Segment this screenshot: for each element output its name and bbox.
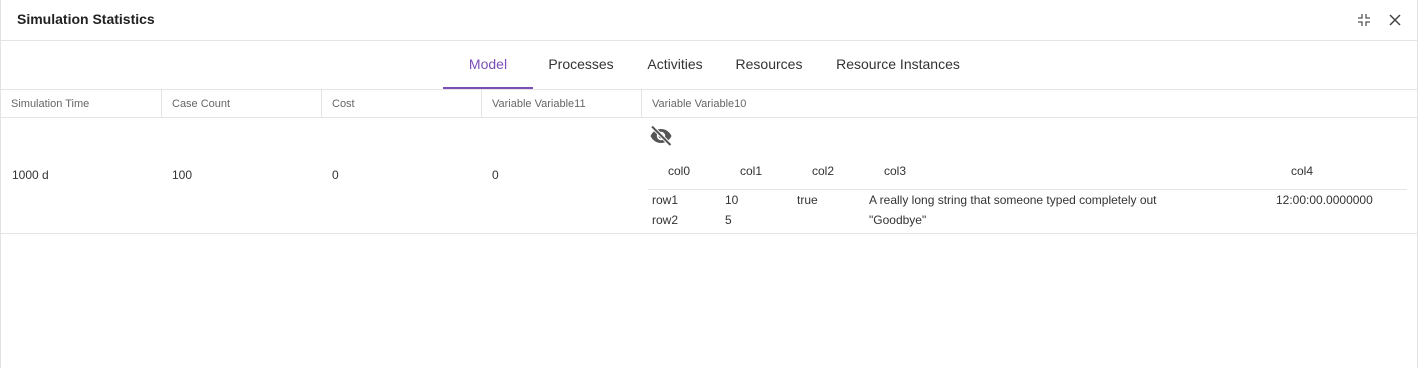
collapse-icon [1358,14,1370,26]
nested-header-col0: col0 [668,164,691,178]
cell-variable11: 0 [492,168,499,182]
nested-cell: true [797,193,818,207]
nested-cell: 10 [725,193,739,207]
nested-header-col4: col4 [1291,164,1314,178]
close-icon [1389,14,1401,26]
nested-cell: row1 [652,193,679,207]
title-bar: Simulation Statistics [1,0,1417,41]
collapse-button[interactable] [1354,10,1374,30]
simulation-statistics-dialog: Simulation Statistics Model Processes Ac… [0,0,1418,368]
nested-cell: row2 [652,213,679,227]
nested-cell: A really long string that someone typed … [869,193,1157,207]
column-header-variable11[interactable]: Variable Variable11 [482,90,642,118]
nested-cell: 5 [725,213,732,227]
tab-activities[interactable]: Activities [639,41,711,89]
close-button[interactable] [1385,10,1405,30]
nested-header-divider [648,189,1407,190]
nested-cell: "Goodbye" [869,213,927,227]
column-header-simulation-time[interactable]: Simulation Time [1,90,162,118]
column-header-case-count[interactable]: Case Count [162,90,322,118]
nested-header-col2: col2 [812,164,835,178]
tab-model[interactable]: Model [443,41,533,89]
cell-cost: 0 [332,168,339,182]
tab-resources[interactable]: Resources [729,41,809,89]
cell-case-count: 100 [172,168,193,182]
column-header-variable10[interactable]: Variable Variable10 [642,90,1417,118]
eye-off-icon[interactable] [649,124,673,148]
tab-resource-instances[interactable]: Resource Instances [827,41,969,89]
nested-cell: 12:00:00.0000000 [1276,193,1373,207]
nested-header-col1: col1 [740,164,763,178]
column-header-cost[interactable]: Cost [322,90,482,118]
tab-processes[interactable]: Processes [541,41,621,89]
dialog-title: Simulation Statistics [17,11,155,27]
row-divider [1,233,1417,234]
cell-simulation-time: 1000 d [12,168,49,182]
nested-header-col3: col3 [884,164,907,178]
tab-bar: Model Processes Activities Resources Res… [1,41,1417,90]
